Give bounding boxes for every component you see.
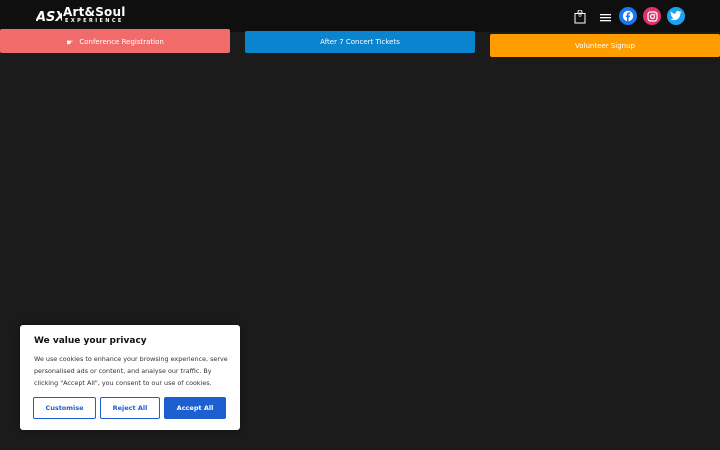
twitter-icon: [670, 11, 682, 21]
hamburger-menu-icon: [599, 13, 611, 21]
cart-button[interactable]: 0: [571, 8, 589, 26]
pointing-hand-icon: ☛: [66, 37, 74, 47]
after7-tickets-label: After 7 Concert Tickets: [320, 38, 400, 46]
logo-title: Art&Soul: [63, 5, 126, 19]
volunteer-signup-button[interactable]: Volunteer Signup: [490, 34, 720, 57]
conference-registration-button[interactable]: ☛ Conference Registration: [0, 31, 230, 53]
accept-all-button[interactable]: Accept All: [164, 397, 226, 419]
cookie-consent-dialog: We value your privacy We use cookies to …: [20, 325, 240, 430]
menu-button[interactable]: [596, 8, 614, 26]
facebook-icon: [622, 10, 634, 22]
instagram-icon: [646, 10, 658, 22]
after7-tickets-button[interactable]: After 7 Concert Tickets: [245, 31, 475, 53]
site-header: ASX Art&Soul EXPERIENCE 0: [0, 0, 720, 32]
conference-registration-label: Conference Registration: [79, 38, 164, 46]
logo-subtitle: EXPERIENCE: [65, 18, 124, 24]
reject-all-button[interactable]: Reject All: [100, 397, 160, 419]
facebook-link[interactable]: [619, 7, 637, 25]
site-logo[interactable]: ASX Art&Soul EXPERIENCE: [36, 5, 126, 25]
instagram-link[interactable]: [643, 7, 661, 25]
cookie-title: We value your privacy: [34, 336, 147, 346]
cookie-text: We use cookies to enhance your browsing …: [34, 355, 228, 387]
twitter-link[interactable]: [667, 7, 685, 25]
cart-count: 0: [578, 12, 582, 19]
logo-mark-icon: ASX: [36, 10, 62, 25]
customise-button[interactable]: Customise: [33, 397, 96, 419]
volunteer-signup-label: Volunteer Signup: [575, 41, 635, 50]
svg-text:ASX: ASX: [36, 10, 62, 25]
